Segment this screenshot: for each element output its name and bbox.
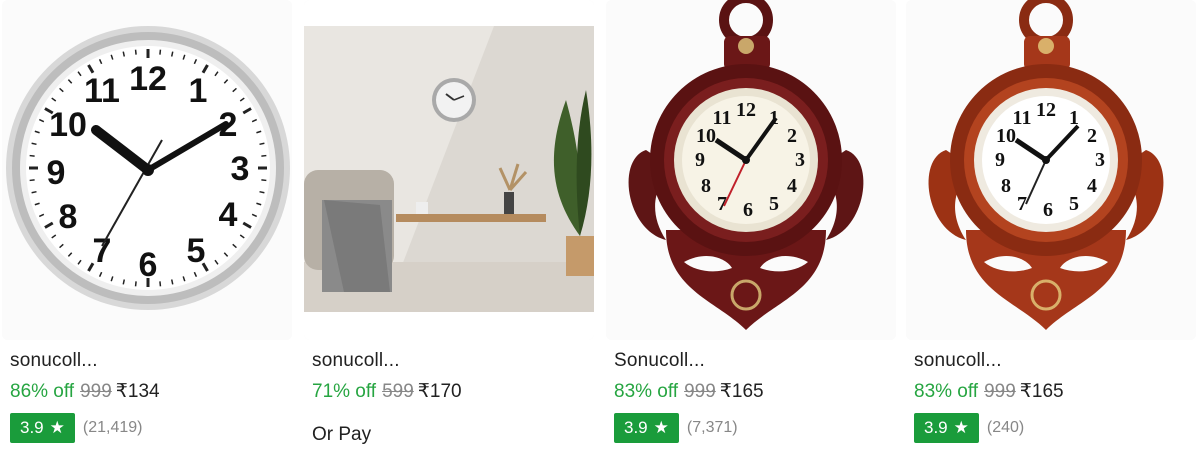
rating-value: 3.9 [624, 418, 648, 437]
svg-text:1: 1 [189, 72, 208, 110]
rating-value: 3.9 [20, 418, 44, 437]
product-image[interactable] [304, 0, 594, 340]
svg-text:9: 9 [995, 149, 1005, 171]
sale-price: ₹165 [1019, 381, 1064, 402]
rating-count: (7,371) [686, 419, 738, 436]
rating-row: 3.9 ★ (240) [914, 413, 1024, 443]
svg-text:9: 9 [695, 149, 705, 171]
star-icon: ★ [49, 418, 65, 437]
rating-row: 3.9 ★ (21,419) [10, 413, 142, 443]
svg-text:7: 7 [1017, 193, 1027, 215]
clock-tick [31, 142, 37, 146]
clock-tick [29, 154, 35, 157]
svg-text:2: 2 [1087, 125, 1097, 147]
svg-text:11: 11 [1013, 107, 1032, 129]
price-row: 86% off 999 ₹134 [10, 380, 160, 403]
svg-text:3: 3 [1095, 149, 1105, 171]
product-card[interactable]: 12 1 2 3 4 5 6 7 8 9 10 11 So [606, 0, 896, 454]
product-name[interactable]: sonucoll... [914, 350, 1002, 372]
product-image[interactable]: 12 1 2 3 4 5 6 7 8 9 10 11 [606, 0, 896, 340]
svg-text:6: 6 [1043, 199, 1053, 221]
silver-wall-clock-image: 12 1 2 3 4 5 6 7 8 9 10 11 [2, 0, 292, 340]
clock-tick [170, 51, 174, 57]
svg-text:3: 3 [231, 150, 250, 188]
svg-text:8: 8 [59, 198, 78, 236]
svg-text:3: 3 [795, 149, 805, 171]
star-icon: ★ [653, 418, 669, 437]
svg-text:8: 8 [1001, 175, 1011, 197]
rating-badge: 3.9 ★ [914, 413, 979, 443]
product-image[interactable]: 12 1 2 3 4 5 6 7 8 9 10 11 [2, 0, 292, 340]
product-image[interactable]: 12 1 2 3 4 5 6 7 8 9 10 11 [906, 0, 1196, 340]
price-row: 71% off 599 ₹170 [312, 380, 462, 403]
svg-text:5: 5 [1069, 193, 1079, 215]
svg-text:10: 10 [49, 106, 87, 144]
price-row: 83% off 999 ₹165 [914, 380, 1064, 403]
product-name[interactable]: Sonucoll... [614, 350, 705, 372]
clock-tick [134, 49, 137, 55]
product-card[interactable]: 12 1 2 3 4 5 6 7 8 9 10 11 so [2, 0, 292, 454]
discount-label: 86% off [10, 381, 75, 402]
svg-text:12: 12 [1036, 99, 1056, 121]
clock-tick [259, 142, 265, 146]
sale-price: ₹170 [417, 381, 462, 402]
clock-tick [261, 179, 267, 182]
clock-tick [259, 190, 265, 194]
svg-text:4: 4 [787, 175, 797, 197]
svg-text:11: 11 [713, 107, 732, 129]
svg-text:8: 8 [701, 175, 711, 197]
svg-text:5: 5 [187, 232, 206, 270]
clock-tick [159, 281, 162, 287]
clock-tick [31, 190, 37, 194]
sale-price: ₹134 [115, 381, 160, 402]
svg-text:12: 12 [736, 99, 756, 121]
product-name[interactable]: sonucoll... [10, 350, 98, 372]
product-card[interactable]: sonucoll... 71% off 599 ₹170 Or Pay [304, 0, 594, 454]
clock-tick [29, 179, 35, 182]
svg-text:4: 4 [219, 196, 238, 234]
svg-text:6: 6 [139, 246, 158, 284]
product-name[interactable]: sonucoll... [312, 350, 400, 372]
rating-count: (21,419) [82, 419, 143, 436]
clock-tick [261, 154, 267, 157]
star-icon: ★ [953, 418, 969, 437]
clock-tick [170, 279, 174, 285]
rating-row: 3.9 ★ (7,371) [614, 413, 738, 443]
clock-tick [159, 49, 162, 55]
original-price: 599 [382, 381, 414, 402]
clock-tick [122, 279, 126, 285]
sale-price: ₹165 [719, 381, 764, 402]
clock-tick [134, 281, 137, 287]
svg-text:6: 6 [743, 199, 753, 221]
discount-label: 83% off [914, 381, 979, 402]
clock-tick [122, 51, 126, 57]
svg-text:12: 12 [129, 60, 167, 98]
discount-label: 71% off [312, 381, 377, 402]
rating-badge: 3.9 ★ [614, 413, 679, 443]
discount-label: 83% off [614, 381, 679, 402]
original-price: 999 [984, 381, 1016, 402]
original-price: 999 [80, 381, 112, 402]
product-grid: 12 1 2 3 4 5 6 7 8 9 10 11 so [0, 0, 1200, 454]
svg-text:9: 9 [47, 154, 66, 192]
brown-anchor-clock-image: 12 1 2 3 4 5 6 7 8 9 10 11 [906, 0, 1196, 340]
svg-text:5: 5 [769, 193, 779, 215]
rating-badge: 3.9 ★ [10, 413, 75, 443]
or-pay-text: Or Pay [312, 424, 372, 445]
original-price: 999 [684, 381, 716, 402]
dark-anchor-clock-image: 12 1 2 3 4 5 6 7 8 9 10 11 [606, 0, 896, 340]
svg-text:2: 2 [787, 125, 797, 147]
rating-value: 3.9 [924, 418, 948, 437]
svg-text:11: 11 [84, 72, 120, 110]
svg-text:4: 4 [1087, 175, 1097, 197]
rating-count: (240) [986, 419, 1025, 436]
product-card[interactable]: 12 1 2 3 4 5 6 7 8 9 10 11 so [906, 0, 1196, 454]
room-with-wall-clock-image [304, 0, 594, 340]
svg-text:7: 7 [93, 232, 112, 270]
price-row: 83% off 999 ₹165 [614, 380, 764, 403]
